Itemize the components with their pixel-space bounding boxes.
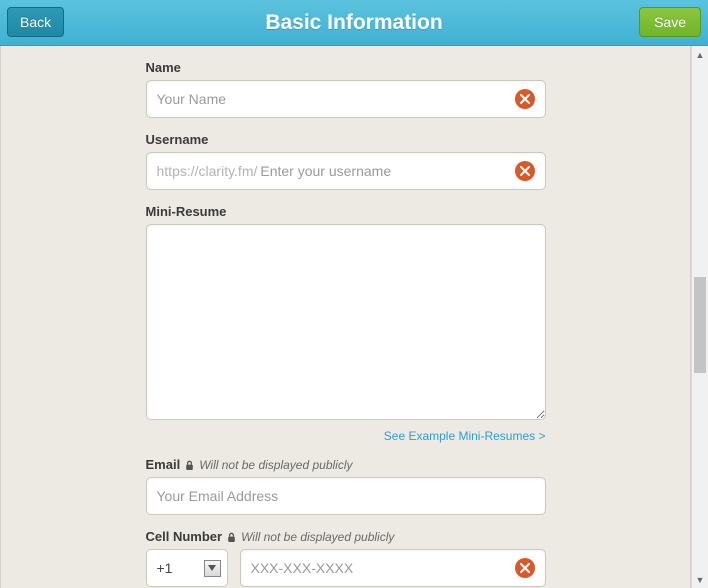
name-group: Name [146, 60, 546, 118]
email-label: Email [146, 457, 181, 472]
form: Name Username https://clarity.fm/ Mini-R… [146, 60, 546, 587]
chevron-down-icon [204, 560, 221, 577]
back-button[interactable]: Back [7, 7, 64, 37]
content: Name Username https://clarity.fm/ Mini-R… [0, 46, 691, 588]
header: Back Basic Information Save [0, 0, 708, 46]
save-button[interactable]: Save [639, 7, 701, 37]
country-code-value: +1 [157, 560, 173, 576]
cell-label-row: Cell Number Will not be displayed public… [146, 529, 546, 544]
scroll-up-icon[interactable]: ▲ [692, 46, 708, 63]
name-input-wrap [146, 80, 546, 118]
email-label-row: Email Will not be displayed publicly [146, 457, 546, 472]
scrollbar-thumb[interactable] [694, 277, 706, 373]
cell-hint: Will not be displayed publicly [241, 530, 394, 544]
lock-icon [185, 459, 194, 470]
username-input[interactable] [260, 163, 514, 179]
page-title: Basic Information [265, 11, 442, 35]
clear-icon[interactable] [515, 89, 535, 109]
scrollbar[interactable]: ▲ ▼ [691, 46, 708, 588]
resume-group: Mini-Resume See Example Mini-Resumes > [146, 204, 546, 443]
email-hint: Will not be displayed publicly [199, 458, 352, 472]
email-input[interactable] [157, 488, 535, 504]
scroll-down-icon[interactable]: ▼ [692, 571, 708, 588]
name-input[interactable] [157, 91, 515, 107]
name-label: Name [146, 60, 546, 75]
cell-input-wrap [240, 549, 546, 587]
username-input-wrap: https://clarity.fm/ [146, 152, 546, 190]
username-label: Username [146, 132, 546, 147]
lock-icon [227, 531, 236, 542]
cell-group: Cell Number Will not be displayed public… [146, 529, 546, 587]
resume-textarea[interactable] [146, 224, 546, 420]
clear-icon[interactable] [515, 161, 535, 181]
username-group: Username https://clarity.fm/ [146, 132, 546, 190]
cell-row: +1 [146, 549, 546, 587]
example-resumes-link[interactable]: See Example Mini-Resumes > [146, 429, 546, 443]
country-code-select[interactable]: +1 [146, 549, 228, 587]
scrollbar-track[interactable] [692, 63, 708, 571]
resume-label: Mini-Resume [146, 204, 546, 219]
cell-label: Cell Number [146, 529, 223, 544]
email-group: Email Will not be displayed publicly [146, 457, 546, 515]
username-prefix: https://clarity.fm/ [157, 163, 258, 179]
email-input-wrap [146, 477, 546, 515]
cell-input[interactable] [251, 560, 515, 576]
clear-icon[interactable] [515, 558, 535, 578]
